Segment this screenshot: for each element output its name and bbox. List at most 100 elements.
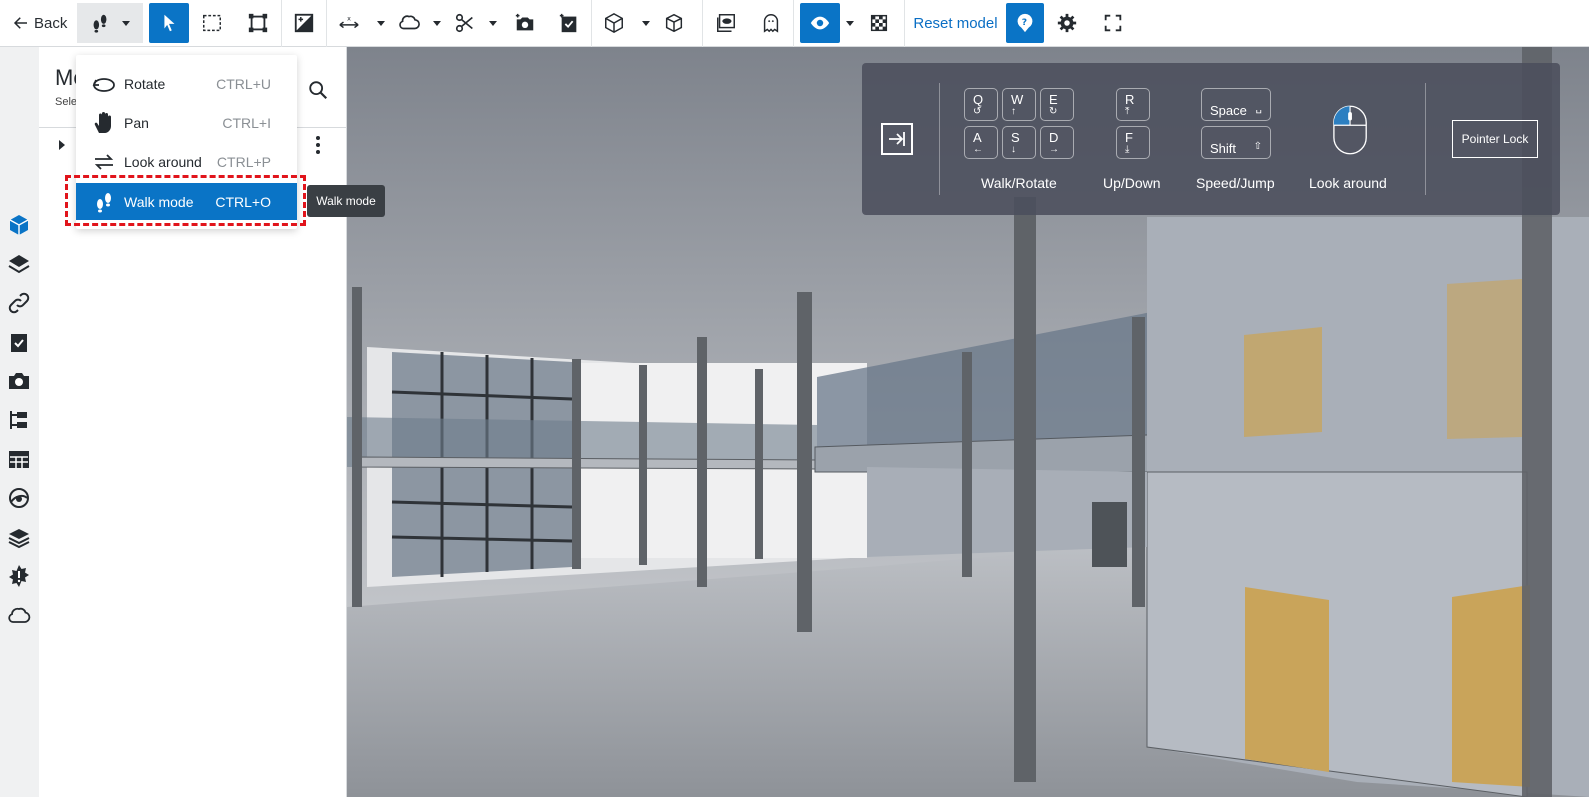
snapshot-button[interactable]: [503, 3, 547, 43]
view-dropdown[interactable]: [636, 3, 656, 43]
eye-frame-icon: [717, 14, 736, 32]
top-toolbar: Back x Reset model ?: [0, 0, 1589, 47]
rotate-left-icon: ↺: [973, 106, 982, 117]
fit-view-icon: [249, 13, 268, 33]
clipboard-check-icon[interactable]: [7, 330, 31, 354]
footsteps-icon: [93, 14, 107, 33]
markup-cloud-button[interactable]: [391, 3, 427, 43]
cloud-icon[interactable]: [7, 603, 31, 627]
mouse-icon: [1333, 105, 1367, 155]
chevron-down-icon: [122, 21, 131, 26]
key-space-label: Space: [1210, 103, 1247, 118]
highlight-annotation: [65, 175, 306, 226]
rotate-icon: [92, 77, 115, 92]
exposure-icon: [295, 13, 314, 33]
model-cube-icon[interactable]: [7, 213, 31, 237]
link-icon[interactable]: [7, 291, 31, 315]
left-rail: [0, 47, 39, 797]
menu-item-pan[interactable]: Pan CTRL+I: [76, 104, 297, 141]
measure-button[interactable]: x: [327, 3, 371, 43]
key-e: E ↻: [1040, 88, 1074, 121]
visibility-layers-button[interactable]: [703, 3, 749, 43]
overlay-divider: [1425, 83, 1426, 195]
select-tool-button[interactable]: [149, 3, 190, 43]
settings-button[interactable]: [1044, 3, 1090, 43]
navigation-mode-button[interactable]: [77, 3, 144, 43]
key-f-label: F: [1125, 130, 1133, 145]
menu-item-label: Look around: [124, 153, 202, 170]
key-shift-label: Shift: [1210, 141, 1237, 156]
visibility-button[interactable]: [800, 3, 841, 43]
menu-item-label: Pan: [124, 114, 149, 131]
clip-dropdown[interactable]: [483, 3, 503, 43]
look-around-icon: [94, 153, 114, 170]
markup-dropdown[interactable]: [427, 3, 447, 43]
key-r: R ⤒: [1116, 88, 1150, 121]
chevron-down-icon: [846, 21, 855, 26]
scissors-icon: [456, 13, 474, 33]
search-icon[interactable]: [307, 79, 329, 101]
key-e-label: E: [1049, 92, 1058, 107]
table-icon[interactable]: [7, 447, 31, 471]
fit-to-view-button[interactable]: [235, 3, 281, 43]
view-cube-button[interactable]: [592, 3, 636, 43]
chevron-right-icon[interactable]: [57, 139, 67, 151]
pointer-lock-button[interactable]: Pointer Lock: [1452, 120, 1538, 158]
overlay-divider: [939, 83, 940, 195]
chevron-down-icon: [433, 21, 442, 26]
speed-jump-label: Speed/Jump: [1196, 175, 1275, 191]
exit-walk-mode-button[interactable]: [881, 123, 913, 155]
arrow-up-bar-icon: ⤒: [1125, 106, 1130, 117]
box-select-button[interactable]: [189, 3, 235, 43]
svg-text:x: x: [348, 14, 352, 22]
key-f: F ⤓: [1116, 126, 1150, 159]
hierarchy-icon[interactable]: [7, 408, 31, 432]
layers-icon[interactable]: [7, 252, 31, 276]
clash-icon[interactable]: [7, 564, 31, 588]
chevron-down-icon: [489, 21, 498, 26]
more-vertical-icon[interactable]: [311, 135, 325, 155]
walk-rotate-label: Walk/Rotate: [981, 175, 1057, 191]
ghost-mode-button[interactable]: [749, 3, 793, 43]
svg-text:?: ?: [1021, 17, 1026, 28]
arrow-down-icon: ↓: [1011, 144, 1016, 155]
visibility-dropdown[interactable]: [840, 3, 860, 43]
render-quality-button[interactable]: [860, 3, 898, 43]
menu-item-rotate[interactable]: Rotate CTRL+U: [76, 65, 297, 102]
fullscreen-button[interactable]: [1090, 3, 1136, 43]
cursor-icon: [164, 14, 175, 32]
key-r-label: R: [1125, 92, 1135, 107]
arrow-up-icon: ↑: [1011, 106, 1016, 117]
create-topic-button[interactable]: [547, 3, 591, 43]
stack-icon[interactable]: [7, 525, 31, 549]
key-d: D →: [1040, 126, 1074, 159]
projection-button[interactable]: [656, 3, 692, 43]
chevron-down-icon: [377, 21, 386, 26]
look-around-label: Look around: [1309, 175, 1387, 191]
menu-item-shortcut: CTRL+I: [222, 114, 271, 131]
key-q: Q ↺: [964, 88, 998, 121]
camera-icon[interactable]: [7, 369, 31, 393]
exposure-button[interactable]: [282, 3, 326, 43]
key-shift: Shift ⇧: [1201, 126, 1271, 159]
cube-icon: [605, 12, 624, 34]
arrow-left-icon: ←: [973, 144, 983, 155]
reset-model-button[interactable]: Reset model: [905, 3, 1005, 43]
walk-mode-tooltip: Walk mode: [307, 185, 385, 217]
key-space: Space ␣: [1201, 88, 1271, 121]
measure-dropdown[interactable]: [371, 3, 391, 43]
clip-button[interactable]: [447, 3, 483, 43]
help-icon: ?: [1017, 13, 1033, 33]
checkerboard-icon: [871, 14, 888, 32]
clipboard-check-icon: [560, 13, 577, 33]
box-icon: [666, 13, 683, 33]
back-button[interactable]: Back: [0, 3, 77, 43]
space-bar-icon: ␣: [1255, 103, 1262, 114]
key-d-label: D: [1049, 130, 1059, 145]
cloud-icon: [399, 15, 421, 30]
help-button[interactable]: ?: [1005, 3, 1044, 43]
back-label: Back: [34, 14, 68, 32]
dashed-rectangle-icon: [203, 14, 222, 32]
orbit-icon[interactable]: [7, 486, 31, 510]
fullscreen-icon: [1104, 14, 1121, 32]
